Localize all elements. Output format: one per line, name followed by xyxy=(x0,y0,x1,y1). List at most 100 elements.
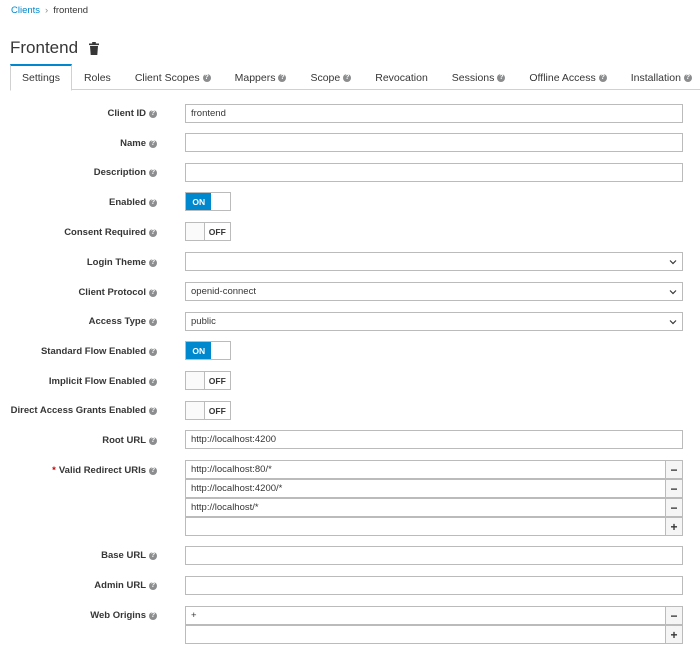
direct-access-label: Direct Access Grants Enabled? xyxy=(11,405,157,416)
redirect-uri-row: http://localhost:80/* − xyxy=(185,460,683,479)
tab-installation[interactable]: Installation? xyxy=(619,64,700,90)
tab-label: Mappers xyxy=(234,71,276,84)
base-url-label: Base URL? xyxy=(101,550,157,561)
base-url-input[interactable] xyxy=(185,546,683,565)
trash-icon[interactable] xyxy=(88,41,100,55)
label-text: Standard Flow Enabled xyxy=(40,346,146,357)
help-icon[interactable]: ? xyxy=(149,611,157,620)
help-icon[interactable]: ? xyxy=(149,406,157,415)
help-icon[interactable]: ? xyxy=(149,228,157,237)
help-icon[interactable]: ? xyxy=(683,73,692,82)
root-url-label: Root URL? xyxy=(102,435,157,446)
client-id-label: Client ID? xyxy=(107,108,157,119)
help-icon[interactable]: ? xyxy=(278,73,287,82)
toggle-state: OFF xyxy=(208,226,226,237)
remove-button[interactable]: − xyxy=(666,606,683,625)
admin-url-input[interactable] xyxy=(185,576,683,595)
label-text: Implicit Flow Enabled xyxy=(48,376,146,387)
tab-offline-access[interactable]: Offline Access? xyxy=(517,64,618,90)
standard-flow-toggle[interactable]: ON xyxy=(185,341,231,360)
help-icon[interactable]: ? xyxy=(149,436,157,445)
redirect-uri-row: http://localhost/* − xyxy=(185,498,683,517)
access-type-select[interactable]: public xyxy=(185,312,683,331)
enabled-toggle[interactable]: ON xyxy=(185,192,231,211)
implicit-flow-toggle[interactable]: OFF xyxy=(185,371,231,390)
tab-label: Settings xyxy=(22,72,60,84)
help-icon[interactable]: ? xyxy=(149,168,157,177)
tab-label: Offline Access xyxy=(529,71,596,84)
tab-label: Roles xyxy=(83,71,111,84)
access-type-label: Access Type? xyxy=(89,316,157,327)
toggle-knob xyxy=(186,223,205,240)
toggle-state: ON xyxy=(186,193,212,210)
help-icon[interactable]: ? xyxy=(149,347,157,356)
remove-button[interactable]: − xyxy=(666,460,683,479)
breadcrumb-clients-link[interactable]: Clients xyxy=(11,5,40,16)
add-button[interactable]: + xyxy=(666,517,683,536)
tab-label: Revocation xyxy=(375,71,428,84)
tab-label: Sessions xyxy=(451,71,495,84)
label-text: Enabled xyxy=(109,197,146,208)
toggle-state: OFF xyxy=(208,405,226,416)
remove-button[interactable]: − xyxy=(666,479,683,498)
direct-access-toggle[interactable]: OFF xyxy=(185,401,231,420)
help-icon[interactable]: ? xyxy=(149,581,157,590)
label-text: Consent Required xyxy=(64,227,146,238)
client-protocol-select[interactable]: openid-connect xyxy=(185,282,683,301)
toggle-knob xyxy=(211,342,230,359)
redirect-uri-input[interactable]: http://localhost/* xyxy=(185,498,666,517)
name-input[interactable] xyxy=(185,133,683,152)
label-text: Web Origins xyxy=(90,610,146,621)
tab-mappers[interactable]: Mappers? xyxy=(223,64,299,90)
help-icon[interactable]: ? xyxy=(149,377,157,386)
chevron-down-icon xyxy=(669,259,677,264)
tab-roles[interactable]: Roles xyxy=(72,64,123,90)
help-icon[interactable]: ? xyxy=(598,73,607,82)
help-icon[interactable]: ? xyxy=(497,73,506,82)
tab-sessions[interactable]: Sessions? xyxy=(440,64,518,90)
web-origin-new-input[interactable] xyxy=(185,625,666,644)
admin-url-label: Admin URL? xyxy=(94,580,157,591)
label-text: Admin URL xyxy=(94,580,146,591)
label-text: Base URL xyxy=(101,550,146,561)
root-url-input[interactable]: http://localhost:4200 xyxy=(185,430,683,449)
consent-required-toggle[interactable]: OFF xyxy=(185,222,231,241)
help-icon[interactable]: ? xyxy=(149,139,157,148)
label-text: Login Theme xyxy=(86,257,146,268)
select-value: openid-connect xyxy=(191,286,256,297)
help-icon[interactable]: ? xyxy=(149,466,157,475)
chevron-down-icon xyxy=(669,289,677,294)
remove-button[interactable]: − xyxy=(666,498,683,517)
redirect-uri-input[interactable]: http://localhost:4200/* xyxy=(185,479,666,498)
web-origin-input[interactable]: + xyxy=(185,606,666,625)
redirect-uri-input[interactable]: http://localhost:80/* xyxy=(185,460,666,479)
required-mark: * xyxy=(52,465,56,476)
tab-scope[interactable]: Scope? xyxy=(298,64,363,90)
add-button[interactable]: + xyxy=(666,625,683,644)
tab-label: Scope xyxy=(310,71,341,84)
help-icon[interactable]: ? xyxy=(202,73,211,82)
client-protocol-label: Client Protocol? xyxy=(78,287,157,298)
help-icon[interactable]: ? xyxy=(343,73,352,82)
toggle-knob xyxy=(186,372,205,389)
description-input[interactable] xyxy=(185,163,683,182)
label-text: Access Type xyxy=(88,316,146,327)
help-icon[interactable]: ? xyxy=(149,288,157,297)
redirect-uri-new-input[interactable] xyxy=(185,517,666,536)
tab-revocation[interactable]: Revocation xyxy=(363,64,440,90)
help-icon[interactable]: ? xyxy=(149,551,157,560)
help-icon[interactable]: ? xyxy=(149,258,157,267)
tab-bar: Settings Roles Client Scopes? Mappers? S… xyxy=(10,64,700,91)
help-icon[interactable]: ? xyxy=(149,317,157,326)
client-id-input[interactable]: frontend xyxy=(185,104,683,123)
help-icon[interactable]: ? xyxy=(149,198,157,207)
help-icon[interactable]: ? xyxy=(149,109,157,118)
description-label: Description? xyxy=(94,167,157,178)
login-theme-select[interactable] xyxy=(185,252,683,271)
tab-client-scopes[interactable]: Client Scopes? xyxy=(123,64,223,90)
implicit-flow-label: Implicit Flow Enabled? xyxy=(49,376,157,387)
redirect-uri-row-new: + xyxy=(185,517,683,536)
toggle-knob xyxy=(211,193,230,210)
tab-settings[interactable]: Settings xyxy=(10,64,72,91)
breadcrumb-current: frontend xyxy=(53,5,89,16)
